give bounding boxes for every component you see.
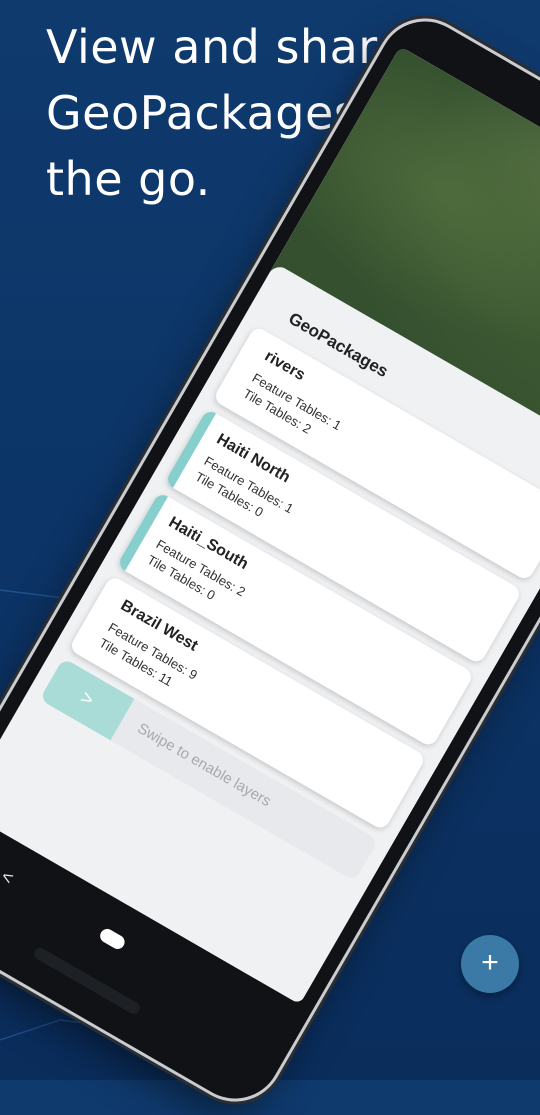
back-icon[interactable]: <	[0, 866, 17, 889]
home-icon[interactable]	[97, 926, 128, 952]
add-geopackage-button[interactable]: +	[461, 935, 519, 993]
